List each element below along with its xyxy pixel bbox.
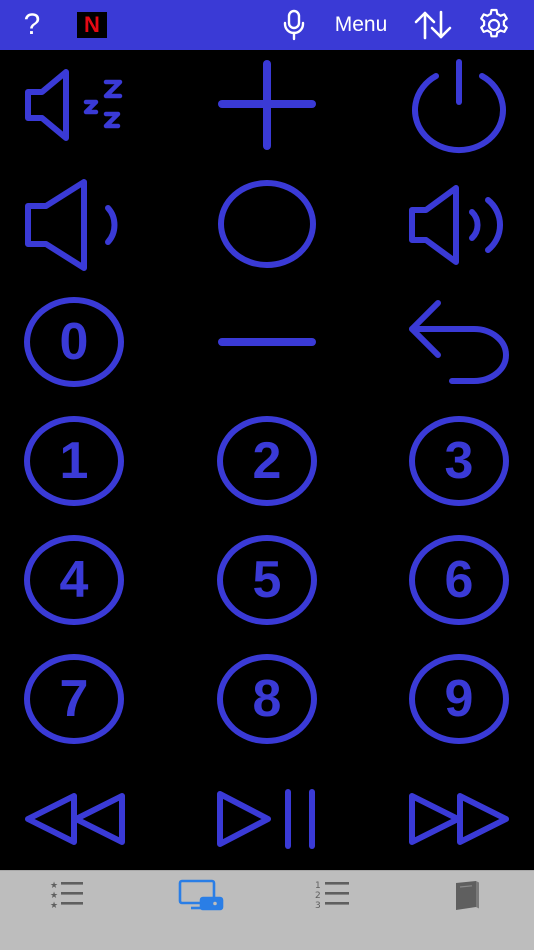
digit-label: 7 — [59, 670, 89, 728]
svg-text:3: 3 — [315, 901, 321, 909]
remote-control-pad: 0 1 2 3 4 5 6 7 8 9 — [0, 50, 534, 870]
netflix-icon: N — [77, 12, 107, 38]
top-bar: ? N Menu — [0, 0, 534, 50]
tv-remote-icon — [178, 879, 224, 911]
plus-icon — [218, 60, 316, 150]
power-icon — [412, 59, 506, 154]
netflix-letter: N — [84, 12, 100, 37]
help-icon: ? — [23, 8, 41, 41]
minus-icon — [218, 338, 316, 346]
svg-text:1: 1 — [315, 881, 321, 891]
digit-0-button[interactable]: 0 — [24, 297, 124, 387]
digit-label: 9 — [444, 670, 474, 728]
tab-remote[interactable] — [134, 871, 268, 950]
sort-arrows-icon — [414, 10, 452, 40]
ok-button[interactable] — [212, 170, 322, 280]
netflix-button[interactable]: N — [76, 0, 108, 50]
back-arrow-icon — [409, 300, 509, 384]
back-button[interactable] — [404, 287, 514, 397]
volume-up-button[interactable] — [404, 170, 514, 280]
menu-label: Menu — [334, 13, 388, 36]
book-icon — [456, 881, 479, 910]
volume-down-button[interactable] — [20, 170, 130, 280]
fast-forward-button[interactable] — [404, 764, 514, 874]
digit-8-button[interactable]: 8 — [217, 654, 317, 744]
tab-channels[interactable]: 1 2 3 — [266, 871, 400, 950]
sleep-button[interactable] — [20, 50, 130, 160]
fast-forward-icon — [409, 793, 509, 845]
tab-favorites[interactable]: ★ ★ ★ — [0, 871, 134, 950]
play-pause-icon — [217, 789, 315, 849]
svg-text:★: ★ — [50, 881, 58, 891]
numbered-list-icon: 1 2 3 — [315, 881, 349, 909]
digit-label: 8 — [252, 670, 282, 728]
digit-4-button[interactable]: 4 — [24, 535, 124, 625]
svg-text:★: ★ — [50, 891, 58, 901]
tab-guide[interactable] — [400, 871, 534, 950]
digit-1-button[interactable]: 1 — [24, 416, 124, 506]
menu-button[interactable]: Menu — [328, 0, 394, 50]
svg-text:★: ★ — [50, 901, 58, 909]
digit-label: 2 — [252, 432, 282, 490]
power-button[interactable] — [404, 50, 514, 160]
microphone-icon — [283, 9, 305, 41]
voice-button[interactable] — [278, 0, 310, 50]
starred-list-icon: ★ ★ ★ — [50, 881, 83, 909]
speaker-low-icon — [25, 179, 118, 271]
rewind-icon — [25, 793, 125, 845]
tab-bar: ★ ★ ★ 1 2 3 — [0, 870, 534, 950]
digit-label: 3 — [444, 432, 474, 490]
rewind-button[interactable] — [20, 764, 130, 874]
speaker-sleep-icon — [25, 69, 123, 141]
digit-7-button[interactable]: 7 — [24, 654, 124, 744]
digit-6-button[interactable]: 6 — [409, 535, 509, 625]
digit-label: 0 — [59, 313, 89, 371]
minus-button[interactable] — [212, 287, 322, 397]
digit-label: 1 — [59, 432, 89, 490]
digit-label: 6 — [444, 551, 474, 609]
digit-2-button[interactable]: 2 — [217, 416, 317, 506]
digit-5-button[interactable]: 5 — [217, 535, 317, 625]
digit-3-button[interactable]: 3 — [409, 416, 509, 506]
digit-9-button[interactable]: 9 — [409, 654, 509, 744]
volume-plus-button[interactable] — [212, 50, 322, 160]
help-button[interactable]: ? — [14, 0, 50, 50]
settings-button[interactable] — [474, 0, 514, 50]
play-pause-button[interactable] — [212, 764, 322, 874]
svg-text:2: 2 — [315, 891, 321, 901]
sort-button[interactable] — [412, 0, 454, 50]
circle-icon — [218, 180, 316, 268]
gear-icon — [480, 8, 508, 38]
digit-label: 4 — [59, 551, 89, 609]
speaker-high-icon — [409, 185, 503, 265]
digit-label: 5 — [252, 551, 282, 609]
